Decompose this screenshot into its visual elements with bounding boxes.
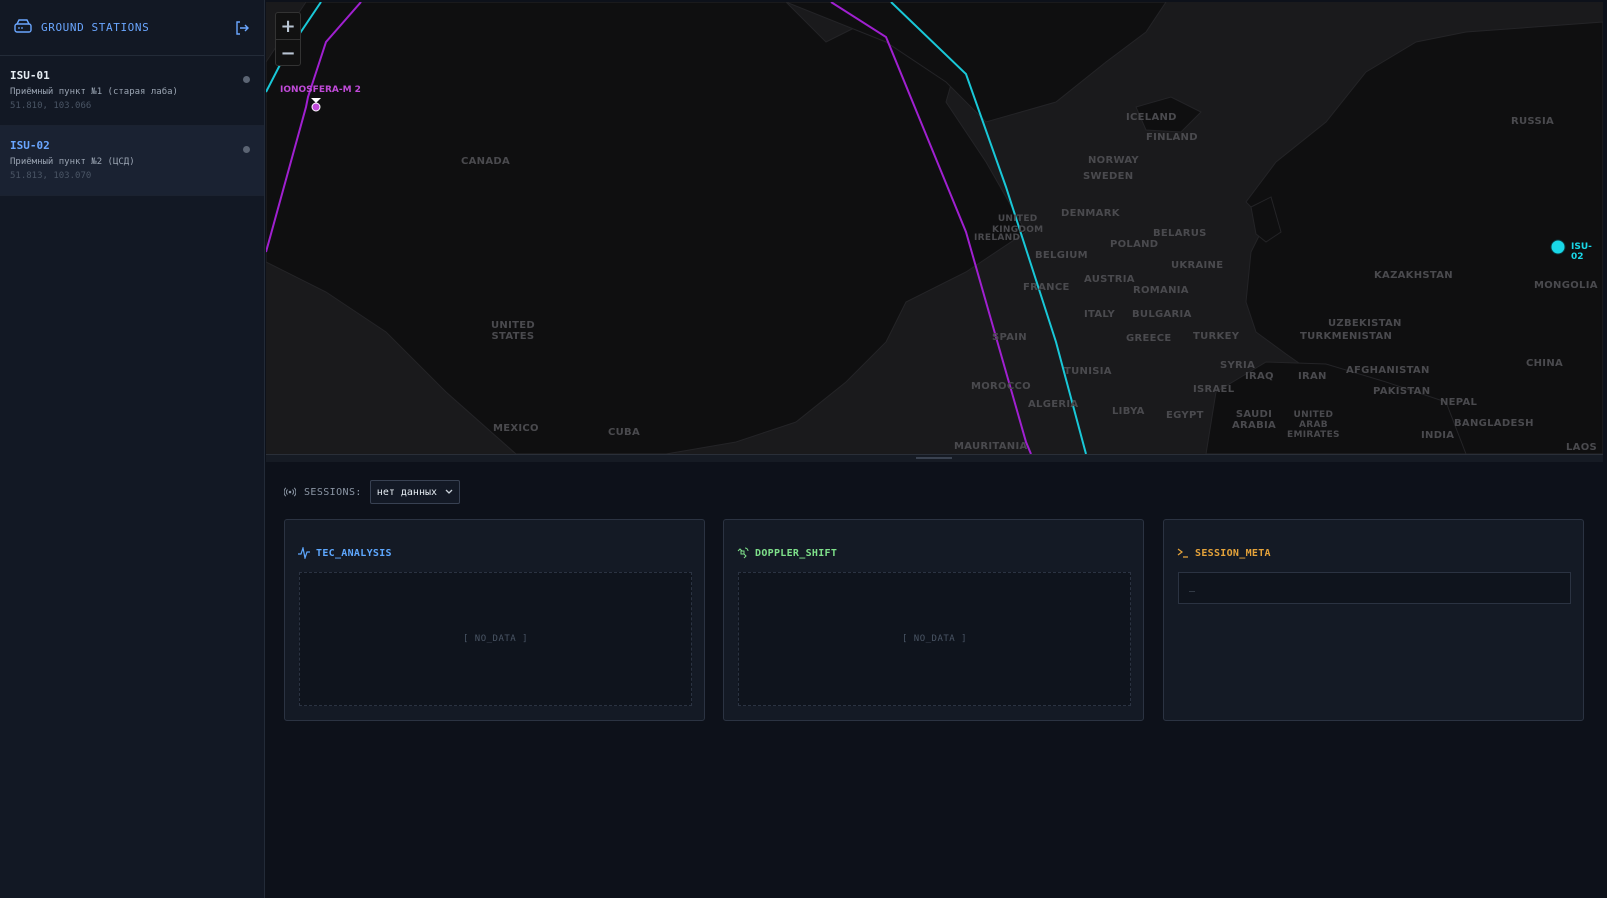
country-label: CANADA <box>461 156 511 167</box>
sessions-label: SESSIONS: <box>304 486 362 498</box>
country-label: TUNISIA <box>1064 366 1112 377</box>
country-label: NEPAL <box>1440 397 1478 408</box>
resize-splitter[interactable] <box>266 454 1603 462</box>
session-meta-output: _ <box>1178 572 1571 604</box>
country-label: ROMANIA <box>1133 285 1189 296</box>
country-label: SYRIA <box>1220 360 1256 371</box>
country-label: KAZAKHSTAN <box>1374 270 1453 281</box>
country-label: UKRAINE <box>1171 260 1224 271</box>
country-label: ALGERIA <box>1028 399 1079 410</box>
splitter-grip[interactable] <box>916 457 952 459</box>
panel-title: SESSION_META <box>1177 547 1271 559</box>
country-label: INDIA <box>1421 430 1455 441</box>
zoom-in-button[interactable]: + <box>276 13 300 40</box>
country-label: MEXICO <box>493 423 539 434</box>
sidebar-title: GROUND STATIONS <box>41 21 150 34</box>
country-label: UNITED ARAB EMIRATES <box>1287 410 1340 440</box>
country-label: PAKISTAN <box>1373 386 1431 397</box>
country-label: LAOS <box>1566 442 1598 453</box>
sidebar-header: GROUND STATIONS <box>0 0 264 56</box>
country-label: BELGIUM <box>1035 250 1088 261</box>
country-label: DENMARK <box>1061 208 1120 219</box>
satellite-label: IONOSFERA-M 2 <box>280 85 361 95</box>
station-name: ISU-01 <box>10 69 50 82</box>
station-item-isu-02[interactable]: ISU-02 Приёмный пункт №2 (ЦСД) 51.813, 1… <box>0 126 264 196</box>
panel-title: DOPPLER_SHIFT <box>737 547 837 559</box>
country-label: UNITED STATES <box>491 320 535 342</box>
activity-icon <box>298 547 310 559</box>
doppler-shift-panel: DOPPLER_SHIFT [ NO_DATA ] <box>723 519 1144 721</box>
station-name: ISU-02 <box>10 139 50 152</box>
country-label: FINLAND <box>1146 132 1198 143</box>
station-item-isu-01[interactable]: ISU-01 Приёмный пункт №1 (старая лаба) 5… <box>0 56 264 126</box>
country-label: TURKMENISTAN <box>1300 331 1393 342</box>
no-data-placeholder: [ NO_DATA ] <box>901 634 968 644</box>
panel-title: TEC_ANALYSIS <box>298 547 392 559</box>
country-label: EGYPT <box>1166 410 1204 421</box>
country-label: LIBYA <box>1112 406 1145 417</box>
country-label: CHINA <box>1526 358 1564 369</box>
country-label: CUBA <box>608 427 641 438</box>
country-label: BELARUS <box>1153 228 1207 239</box>
country-label: ICELAND <box>1126 112 1177 123</box>
station-coords: 51.813, 103.070 <box>10 171 92 181</box>
country-label: ISRAEL <box>1193 384 1235 395</box>
country-label: POLAND <box>1110 239 1159 250</box>
ground-station-icon <box>14 18 32 37</box>
session-meta-panel: SESSION_META _ <box>1163 519 1584 721</box>
country-label: AUSTRIA <box>1084 274 1135 285</box>
country-label: SPAIN <box>992 332 1027 343</box>
country-label: BANGLADESH <box>1454 418 1534 429</box>
zoom-out-button[interactable]: − <box>276 40 300 66</box>
station-marker-label: ISU-02 <box>1571 242 1592 262</box>
terminal-icon <box>1177 548 1188 558</box>
zoom-control: + − <box>275 12 301 66</box>
no-data-placeholder: [ NO_DATA ] <box>462 634 529 644</box>
sessions-pane: SESSIONS: нет данных TEC_ANALYSIS [ NO_D… <box>266 462 1603 898</box>
country-label: GREECE <box>1126 333 1172 344</box>
status-dot <box>243 76 250 83</box>
tec-analysis-panel: TEC_ANALYSIS [ NO_DATA ] <box>284 519 705 721</box>
country-label: ITALY <box>1084 309 1116 320</box>
sidebar: GROUND STATIONS ISU-01 Приёмный пункт №1… <box>0 0 265 898</box>
doppler-title: DOPPLER_SHIFT <box>755 547 838 559</box>
country-label: NORWAY <box>1088 155 1139 166</box>
country-label: RUSSIA <box>1511 116 1555 127</box>
session-meta-title: SESSION_META <box>1195 547 1271 559</box>
country-label: IRELAND <box>974 233 1021 243</box>
station-marker <box>1550 239 1566 255</box>
country-label: IRAN <box>1298 371 1327 382</box>
landmass-north-america <box>266 2 1027 454</box>
sessions-select[interactable]: нет данных <box>369 480 461 504</box>
tec-title: TEC_ANALYSIS <box>316 547 392 559</box>
country-label: MOROCCO <box>971 381 1031 392</box>
country-label: BULGARIA <box>1132 309 1192 320</box>
satellite-marker <box>311 102 321 112</box>
station-description: Приёмный пункт №2 (ЦСД) <box>10 157 135 167</box>
sessions-select-value: нет данных <box>376 486 438 498</box>
doppler-chart: [ NO_DATA ] <box>738 572 1131 706</box>
satellite-icon <box>737 547 749 559</box>
tec-chart: [ NO_DATA ] <box>299 572 692 706</box>
country-label: SAUDI ARABIA <box>1232 409 1277 431</box>
chevron-down-icon <box>445 489 453 494</box>
sessions-bar: SESSIONS: нет данных <box>283 480 461 504</box>
status-dot <box>243 146 250 153</box>
country-label: SWEDEN <box>1083 171 1134 182</box>
country-label: MONGOLIA <box>1534 280 1598 291</box>
country-label: IRAQ <box>1245 371 1274 382</box>
country-label: FRANCE <box>1023 282 1070 293</box>
country-label: UZBEKISTAN <box>1328 318 1402 329</box>
broadcast-icon <box>283 483 297 502</box>
logout-icon <box>236 20 249 35</box>
country-label: TURKEY <box>1193 331 1240 342</box>
logout-button[interactable] <box>234 20 250 36</box>
country-label: MAURITANIA <box>954 441 1028 452</box>
station-description: Приёмный пункт №1 (старая лаба) <box>10 87 178 97</box>
country-label: AFGHANISTAN <box>1346 365 1430 376</box>
map-view[interactable]: + − IONOSFERA-M 2 ISU-02 RUSSIA FINLAND … <box>266 2 1603 454</box>
station-coords: 51.810, 103.066 <box>10 101 92 111</box>
